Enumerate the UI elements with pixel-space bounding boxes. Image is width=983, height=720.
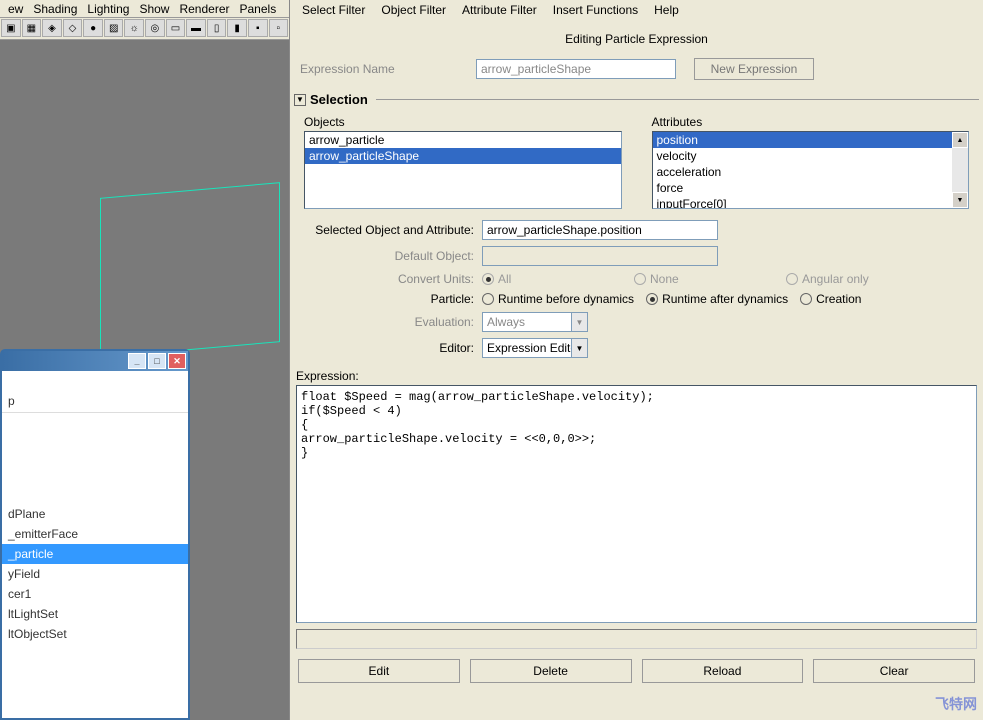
outliner-titlebar[interactable]: _ □ ✕ — [2, 351, 188, 371]
chevron-down-icon[interactable]: ▼ — [571, 339, 587, 357]
edit-button[interactable]: Edit — [298, 659, 460, 683]
wire-icon[interactable]: ◇ — [63, 19, 83, 37]
gate-icon[interactable]: ▯ — [207, 19, 227, 37]
radio-all — [482, 273, 494, 285]
evaluation-select: Always ▼ — [482, 312, 588, 332]
selected-obj-attr-field[interactable] — [482, 220, 718, 240]
attributes-listbox[interactable]: position velocity acceleration force inp… — [652, 131, 970, 209]
camera-icon[interactable]: ▣ — [1, 19, 21, 37]
list-item-selected[interactable]: position — [653, 132, 953, 148]
expression-name-field[interactable] — [476, 59, 676, 79]
safe-icon[interactable]: ▮ — [227, 19, 247, 37]
close-button[interactable]: ✕ — [168, 353, 186, 369]
scroll-down-icon[interactable]: ▼ — [952, 192, 968, 208]
default-object-field — [482, 246, 718, 266]
minimize-button[interactable]: _ — [128, 353, 146, 369]
tex-icon[interactable]: ▨ — [104, 19, 124, 37]
menu-view[interactable]: ew — [4, 1, 27, 17]
evaluation-label: Evaluation: — [304, 315, 474, 329]
list-item[interactable]: ltLightSet — [2, 604, 188, 624]
attributes-label: Attributes — [652, 111, 970, 131]
iso-icon[interactable]: ▭ — [166, 19, 186, 37]
radio-runtime-before[interactable] — [482, 293, 494, 305]
wireframe-object — [100, 182, 280, 358]
list-item[interactable]: ltObjectSet — [2, 624, 188, 644]
scroll-up-icon[interactable]: ▲ — [952, 132, 968, 148]
list-item[interactable]: force — [653, 180, 953, 196]
watermark: 飞特网 — [935, 694, 977, 714]
status-bar — [296, 629, 977, 649]
expression-name-label: Expression Name — [296, 62, 466, 76]
viewport-toolbar: ▣ ▦ ◈ ◇ ● ▨ ☼ ◎ ▭ ▬ ▯ ▮ ▪ ▫ — [0, 18, 289, 40]
particle-label: Particle: — [304, 292, 474, 306]
list-item[interactable]: _emitterFace — [2, 524, 188, 544]
delete-button[interactable]: Delete — [470, 659, 632, 683]
panel-title: Editing Particle Expression — [290, 20, 983, 56]
menu-renderer[interactable]: Renderer — [175, 1, 233, 17]
shade-icon[interactable]: ● — [83, 19, 103, 37]
outliner-window: _ □ ✕ p dPlane _emitterFace _particle yF… — [0, 349, 190, 720]
editor-select[interactable]: Expression Editor ▼ — [482, 338, 588, 358]
convert-units-label: Convert Units: — [304, 272, 474, 286]
chevron-down-icon: ▼ — [571, 313, 587, 331]
collapse-icon[interactable]: ▼ — [294, 94, 306, 106]
list-item[interactable]: acceleration — [653, 164, 953, 180]
new-expression-button[interactable]: New Expression — [694, 58, 814, 80]
misc-b-icon[interactable]: ▫ — [269, 19, 289, 37]
menu-select-filter[interactable]: Select Filter — [296, 2, 371, 18]
viewport-menubar: ew Shading Lighting Show Renderer Panels — [0, 0, 289, 18]
menu-shading[interactable]: Shading — [29, 1, 81, 17]
radio-creation[interactable] — [800, 293, 812, 305]
list-item[interactable]: cer1 — [2, 584, 188, 604]
list-item-selected[interactable]: _particle — [2, 544, 188, 564]
res-icon[interactable]: ▬ — [186, 19, 206, 37]
menu-insert-functions[interactable]: Insert Functions — [547, 2, 644, 18]
expression-textarea[interactable]: float $Speed = mag(arrow_particleShape.v… — [296, 385, 977, 623]
scrollbar[interactable]: ▲ ▼ — [952, 132, 968, 208]
list-item[interactable]: inputForce[0] — [653, 196, 953, 209]
menu-lighting[interactable]: Lighting — [83, 1, 133, 17]
expression-label: Expression: — [290, 361, 983, 385]
menu-help[interactable]: Help — [648, 2, 685, 18]
list-item[interactable]: yField — [2, 564, 188, 584]
maximize-button[interactable]: □ — [148, 353, 166, 369]
expression-editor-panel: Select Filter Object Filter Attribute Fi… — [289, 0, 983, 720]
radio-none — [634, 273, 646, 285]
selected-obj-attr-label: Selected Object and Attribute: — [304, 223, 474, 237]
list-item-selected[interactable]: arrow_particleShape — [305, 148, 621, 164]
list-item[interactable]: velocity — [653, 148, 953, 164]
radio-angular — [786, 273, 798, 285]
snap-icon[interactable]: ◈ — [42, 19, 62, 37]
menu-show[interactable]: Show — [135, 1, 173, 17]
section-label: Selection — [310, 92, 368, 107]
menu-object-filter[interactable]: Object Filter — [375, 2, 452, 18]
xray-icon[interactable]: ◎ — [145, 19, 165, 37]
objects-label: Objects — [304, 111, 622, 131]
outliner-header-item: p — [2, 391, 188, 411]
radio-runtime-after[interactable] — [646, 293, 658, 305]
clear-button[interactable]: Clear — [813, 659, 975, 683]
menu-attribute-filter[interactable]: Attribute Filter — [456, 2, 543, 18]
light-icon[interactable]: ☼ — [124, 19, 144, 37]
reload-button[interactable]: Reload — [642, 659, 804, 683]
misc-a-icon[interactable]: ▪ — [248, 19, 268, 37]
editor-label: Editor: — [304, 341, 474, 355]
default-object-label: Default Object: — [304, 249, 474, 263]
list-item[interactable]: dPlane — [2, 504, 188, 524]
grid-icon[interactable]: ▦ — [22, 19, 42, 37]
list-item[interactable]: arrow_particle — [305, 132, 621, 148]
objects-listbox[interactable]: arrow_particle arrow_particleShape — [304, 131, 622, 209]
menu-panels[interactable]: Panels — [236, 1, 281, 17]
expression-menubar: Select Filter Object Filter Attribute Fi… — [290, 0, 983, 20]
